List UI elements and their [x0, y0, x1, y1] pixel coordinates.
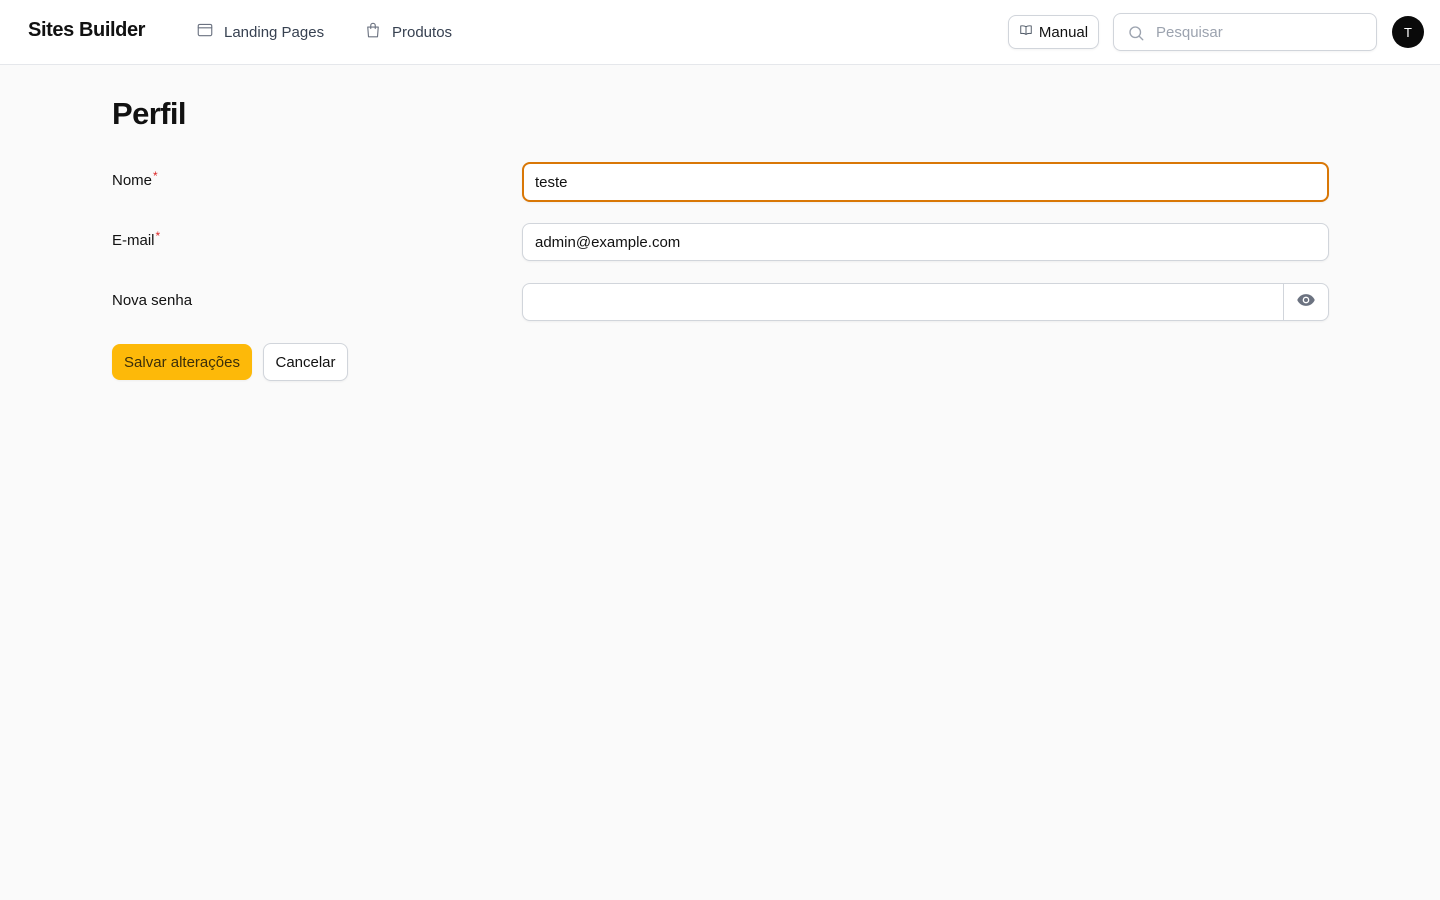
- book-open-icon: [1019, 23, 1033, 41]
- password-label-text: Nova senha: [112, 292, 193, 309]
- manual-button-label: Manual: [1038, 23, 1089, 41]
- email-field-label: E-mail*: [112, 229, 161, 249]
- name-field: [522, 162, 1329, 202]
- save-changes-button[interactable]: Salvar alterações: [112, 344, 252, 380]
- nav-item-produtos[interactable]: Produtos: [364, 20, 452, 44]
- password-field: [522, 283, 1329, 321]
- shopping-bag-icon: [364, 21, 382, 43]
- name-label-text: Nome: [112, 172, 153, 189]
- user-avatar[interactable]: T: [1392, 16, 1424, 48]
- search-box: [1113, 13, 1377, 51]
- cancel-button[interactable]: Cancelar: [263, 343, 348, 381]
- email-label-text: E-mail: [112, 232, 155, 249]
- brand-title[interactable]: Sites Builder: [28, 19, 145, 42]
- required-marker: *: [153, 169, 158, 183]
- email-input[interactable]: [535, 224, 1315, 260]
- email-field: [522, 223, 1329, 261]
- eye-icon: [1296, 290, 1316, 315]
- nav-item-label: Landing Pages: [224, 23, 325, 41]
- page-title: Perfil: [112, 96, 187, 131]
- nav-item-landing-pages[interactable]: Landing Pages: [196, 20, 324, 44]
- show-password-toggle[interactable]: [1283, 284, 1328, 320]
- nav-item-label: Produtos: [392, 23, 453, 41]
- name-input[interactable]: [535, 164, 1315, 200]
- password-input[interactable]: [535, 284, 1275, 320]
- manual-button[interactable]: Manual: [1008, 15, 1099, 49]
- name-field-label: Nome*: [112, 169, 158, 189]
- password-field-label: Nova senha: [112, 292, 192, 309]
- browser-window-icon: [196, 21, 214, 43]
- required-marker: *: [155, 229, 161, 243]
- search-input[interactable]: [1154, 14, 1369, 50]
- top-navigation-bar: Sites Builder Landing Pages Produtos Man…: [0, 0, 1440, 65]
